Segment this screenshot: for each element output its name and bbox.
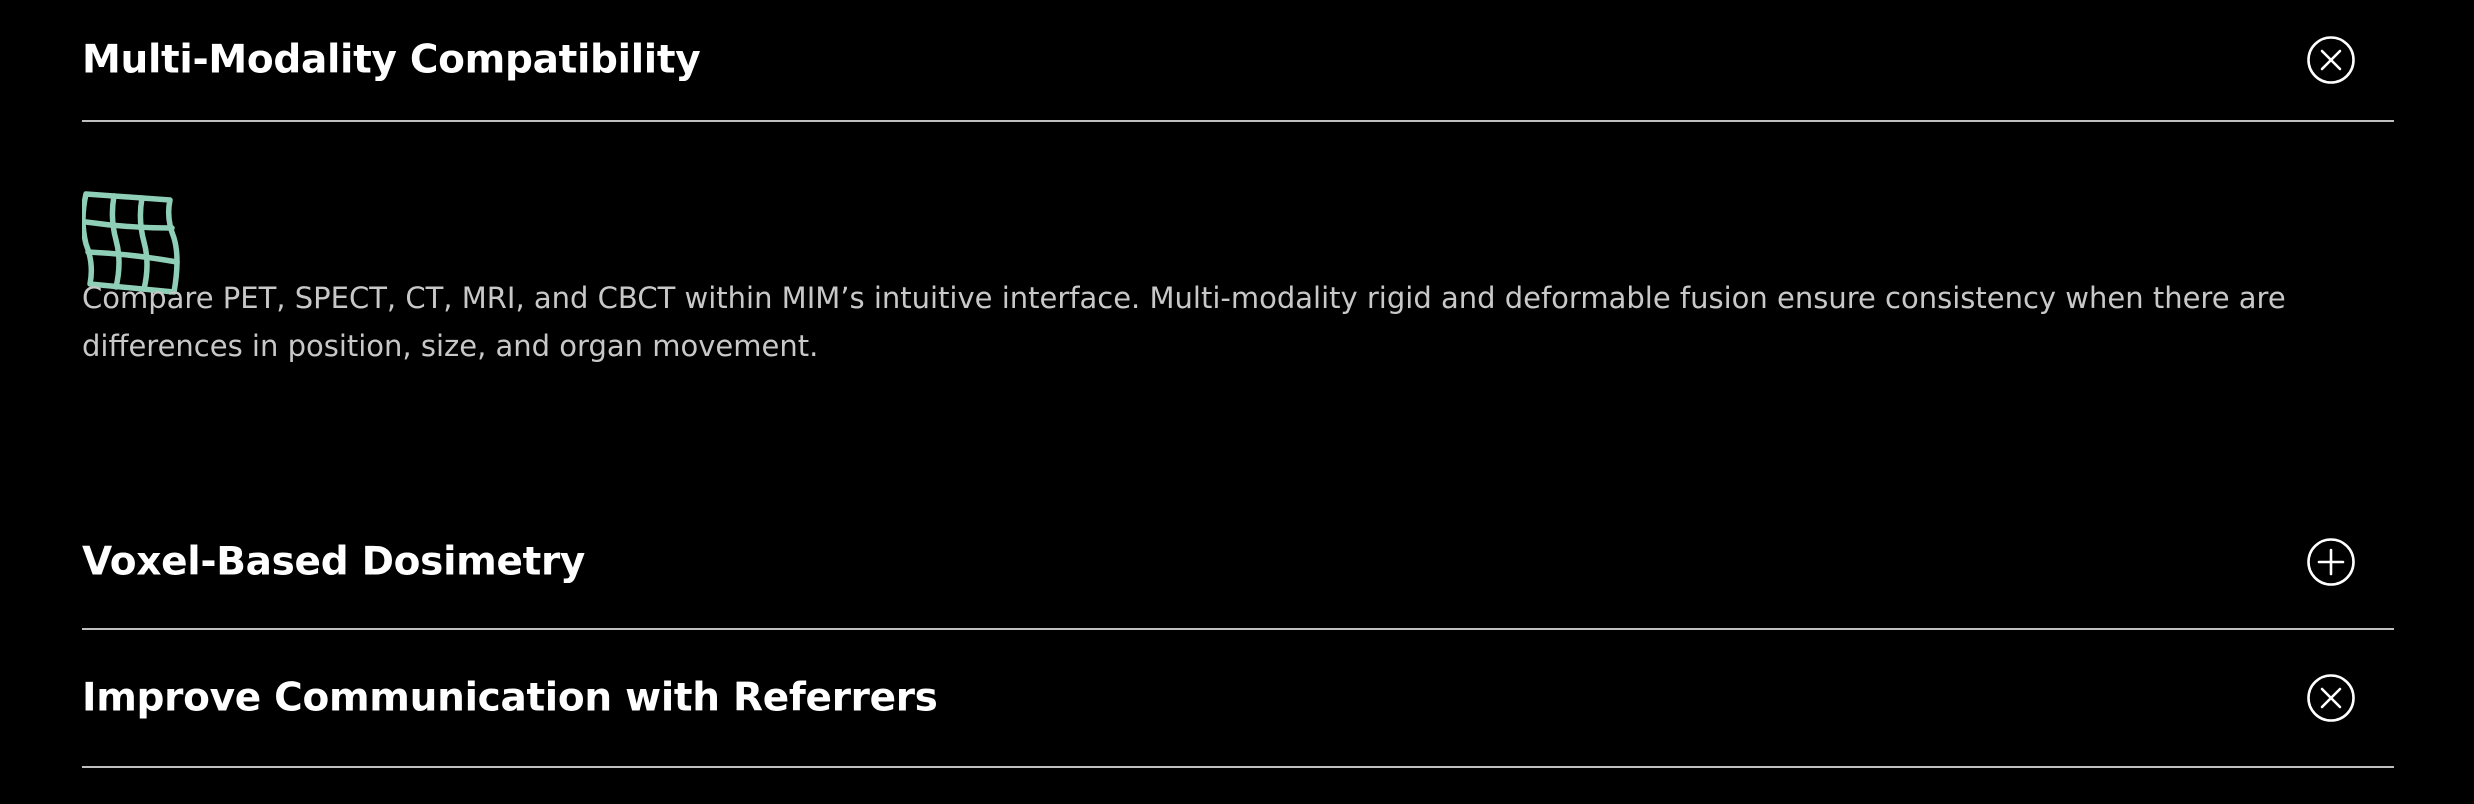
close-circle-icon[interactable] xyxy=(2306,35,2356,85)
accordion-title: Improve Communication with Referrers xyxy=(82,675,938,721)
panel-description: Compare PET, SPECT, CT, MRI, and CBCT wi… xyxy=(82,281,2286,363)
accordion-panel-multi-modality: Compare PET, SPECT, CT, MRI, and CBCT wi… xyxy=(82,122,2394,500)
accordion-header-referrer-communication[interactable]: Improve Communication with Referrers xyxy=(82,630,2394,768)
plus-circle-icon[interactable] xyxy=(2306,537,2356,587)
accordion-title: Voxel-Based Dosimetry xyxy=(82,539,586,585)
close-circle-icon[interactable] xyxy=(2306,673,2356,723)
accordion-header-multi-modality[interactable]: Multi-Modality Compatibility xyxy=(82,0,2394,122)
accordion-title: Multi-Modality Compatibility xyxy=(82,37,701,83)
feature-accordion: Multi-Modality Compatibility Compare PET… xyxy=(82,0,2394,768)
accordion-header-voxel-dosimetry[interactable]: Voxel-Based Dosimetry xyxy=(82,500,2394,630)
